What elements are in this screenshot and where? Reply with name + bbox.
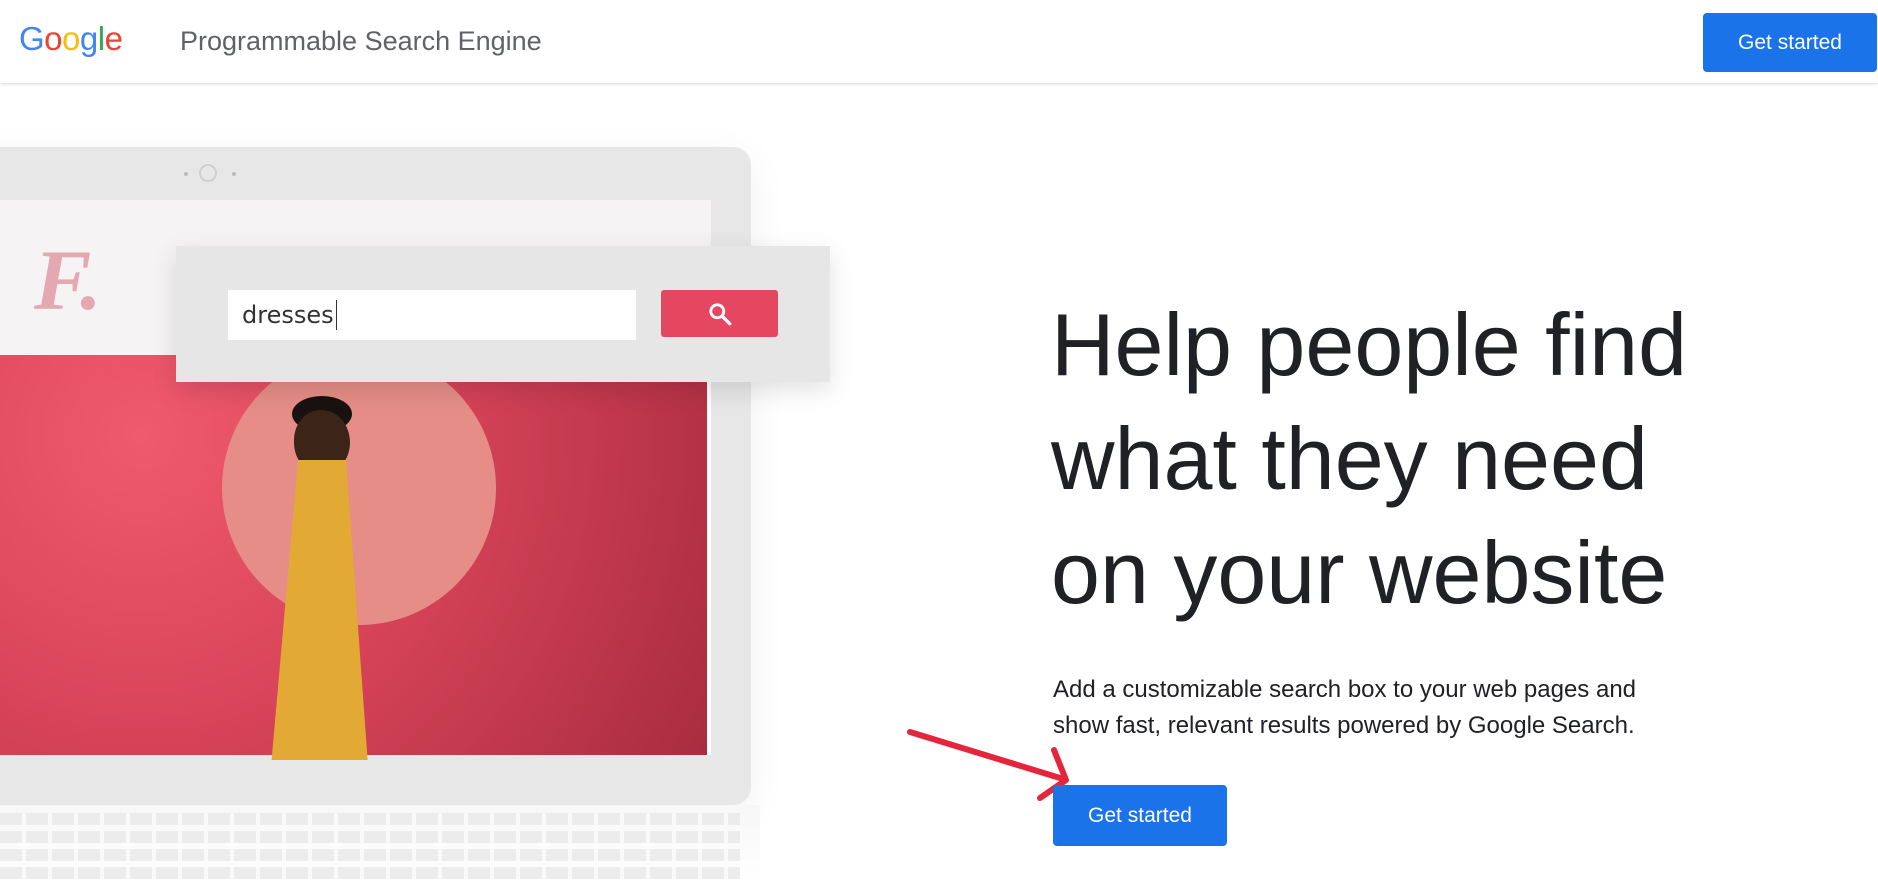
search-icon xyxy=(708,302,731,325)
keyboard-row xyxy=(0,813,740,825)
google-logo[interactable]: G o o g l e xyxy=(19,20,123,58)
search-input[interactable]: dresses xyxy=(228,290,636,340)
camera-lens xyxy=(199,164,217,182)
page: G o o g l e Programmable Search Engine G… xyxy=(0,0,1878,885)
header-get-started-button[interactable]: Get started xyxy=(1703,13,1877,72)
brand-mark: F. xyxy=(34,232,102,328)
headline-line: on your website xyxy=(1051,523,1668,622)
description-line: Add a customizable search box to your we… xyxy=(1053,676,1637,703)
camera-dot xyxy=(184,172,188,176)
photo-circle xyxy=(222,351,496,625)
search-card: dresses xyxy=(176,246,830,382)
hero-description: Add a customizable search box to your we… xyxy=(1053,672,1753,744)
hero-get-started-button[interactable]: Get started xyxy=(1053,785,1227,846)
product-name[interactable]: Programmable Search Engine xyxy=(180,26,542,57)
logo-letter: G xyxy=(19,20,45,57)
keyboard-row xyxy=(0,849,740,861)
description-line: show fast, relevant results powered by G… xyxy=(1053,712,1635,739)
keyboard-row xyxy=(0,867,740,879)
hero-headline: Help people find what they need on your … xyxy=(1051,288,1811,630)
logo-letter: o xyxy=(62,20,80,57)
text-caret xyxy=(335,300,337,330)
top-header: G o o g l e Programmable Search Engine G… xyxy=(0,0,1878,83)
headline-line: Help people find xyxy=(1051,295,1688,394)
logo-letter: e xyxy=(104,20,123,57)
search-button[interactable] xyxy=(661,290,778,337)
laptop-keyboard xyxy=(0,805,760,885)
search-input-value: dresses xyxy=(242,301,334,329)
logo-letter: l xyxy=(97,20,105,57)
logo-letter: g xyxy=(79,20,98,57)
keyboard-row xyxy=(0,831,740,843)
headline-line: what they need xyxy=(1051,409,1648,508)
logo-letter: o xyxy=(44,20,63,57)
camera-dot xyxy=(232,172,236,176)
